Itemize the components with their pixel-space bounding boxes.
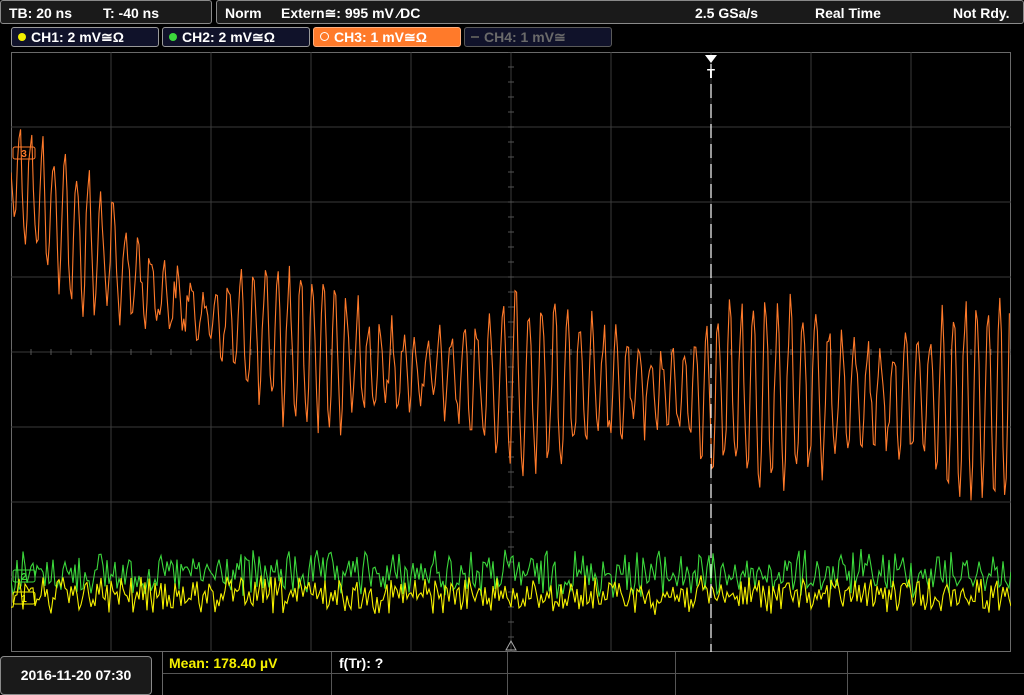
acquisition-mode: Real Time bbox=[815, 5, 881, 21]
trigger-mode: Norm bbox=[225, 5, 262, 21]
timebase-box[interactable]: TB: 20 ns T: -40 ns bbox=[0, 0, 212, 24]
ready-status: Not Rdy. bbox=[953, 5, 1010, 21]
waveform-svg[interactable]: T 3 2 1 bbox=[11, 52, 1011, 652]
ch3-marker-label: 3 bbox=[21, 149, 27, 160]
ch1-label: CH1: 2 mV≅Ω bbox=[31, 29, 124, 45]
tab-ch1[interactable]: CH1: 2 mV≅Ω bbox=[11, 27, 159, 47]
tab-ch4[interactable]: CH4: 1 mV≅ bbox=[464, 27, 612, 47]
meas-divider-4 bbox=[847, 652, 848, 695]
mean-measurement: Mean: 178.40 µV bbox=[169, 655, 278, 671]
sample-rate: 2.5 GSa/s bbox=[695, 5, 759, 21]
ch2-marker-label: 2 bbox=[21, 572, 27, 583]
ch4-label: CH4: 1 mV≅ bbox=[484, 29, 566, 45]
ch3-dot-icon bbox=[320, 32, 329, 41]
bottom-bar: 2016-11-20 07:30 Mean: 178.40 µV f(Tr): … bbox=[0, 652, 1024, 695]
tab-ch3[interactable]: CH3: 1 mV≅Ω bbox=[313, 27, 461, 47]
top-status-bar: TB: 20 ns T: -40 ns Norm Extern≅: 995 mV… bbox=[0, 0, 1024, 26]
frequency-measurement: f(Tr): ? bbox=[339, 655, 384, 671]
datetime-box[interactable]: 2016-11-20 07:30 bbox=[0, 656, 152, 695]
ch2-dot-icon bbox=[169, 33, 177, 41]
meas-divider-3 bbox=[675, 652, 676, 695]
datetime-label: 2016-11-20 07:30 bbox=[20, 667, 132, 683]
tab-ch2[interactable]: CH2: 2 mV≅Ω bbox=[162, 27, 310, 47]
ch2-label: CH2: 2 mV≅Ω bbox=[182, 29, 275, 45]
trigger-source: Extern≅: 995 mV ⁄DC bbox=[281, 5, 421, 21]
channel-tabs: CH1: 2 mV≅Ω CH2: 2 mV≅Ω CH3: 1 mV≅Ω CH4:… bbox=[0, 27, 1024, 49]
waveform-display[interactable]: T 3 2 1 bbox=[11, 52, 1011, 652]
ch1-marker-label: 1 bbox=[21, 594, 27, 605]
acquisition-status-box[interactable]: Norm Extern≅: 995 mV ⁄DC 2.5 GSa/s Real … bbox=[216, 0, 1024, 24]
trigger-offset-label: T: -40 ns bbox=[103, 5, 160, 21]
meas-divider-h bbox=[163, 673, 1024, 674]
trigger-marker-label: T bbox=[707, 66, 715, 81]
meas-divider-1 bbox=[331, 652, 332, 695]
timebase-label: TB: 20 ns bbox=[9, 5, 73, 21]
ch1-dot-icon bbox=[18, 33, 26, 41]
ch4-dash-icon bbox=[471, 36, 479, 38]
ch3-label: CH3: 1 mV≅Ω bbox=[334, 29, 427, 45]
meas-divider-2 bbox=[507, 652, 508, 695]
measurement-panel[interactable]: Mean: 178.40 µV f(Tr): ? bbox=[162, 652, 1024, 695]
